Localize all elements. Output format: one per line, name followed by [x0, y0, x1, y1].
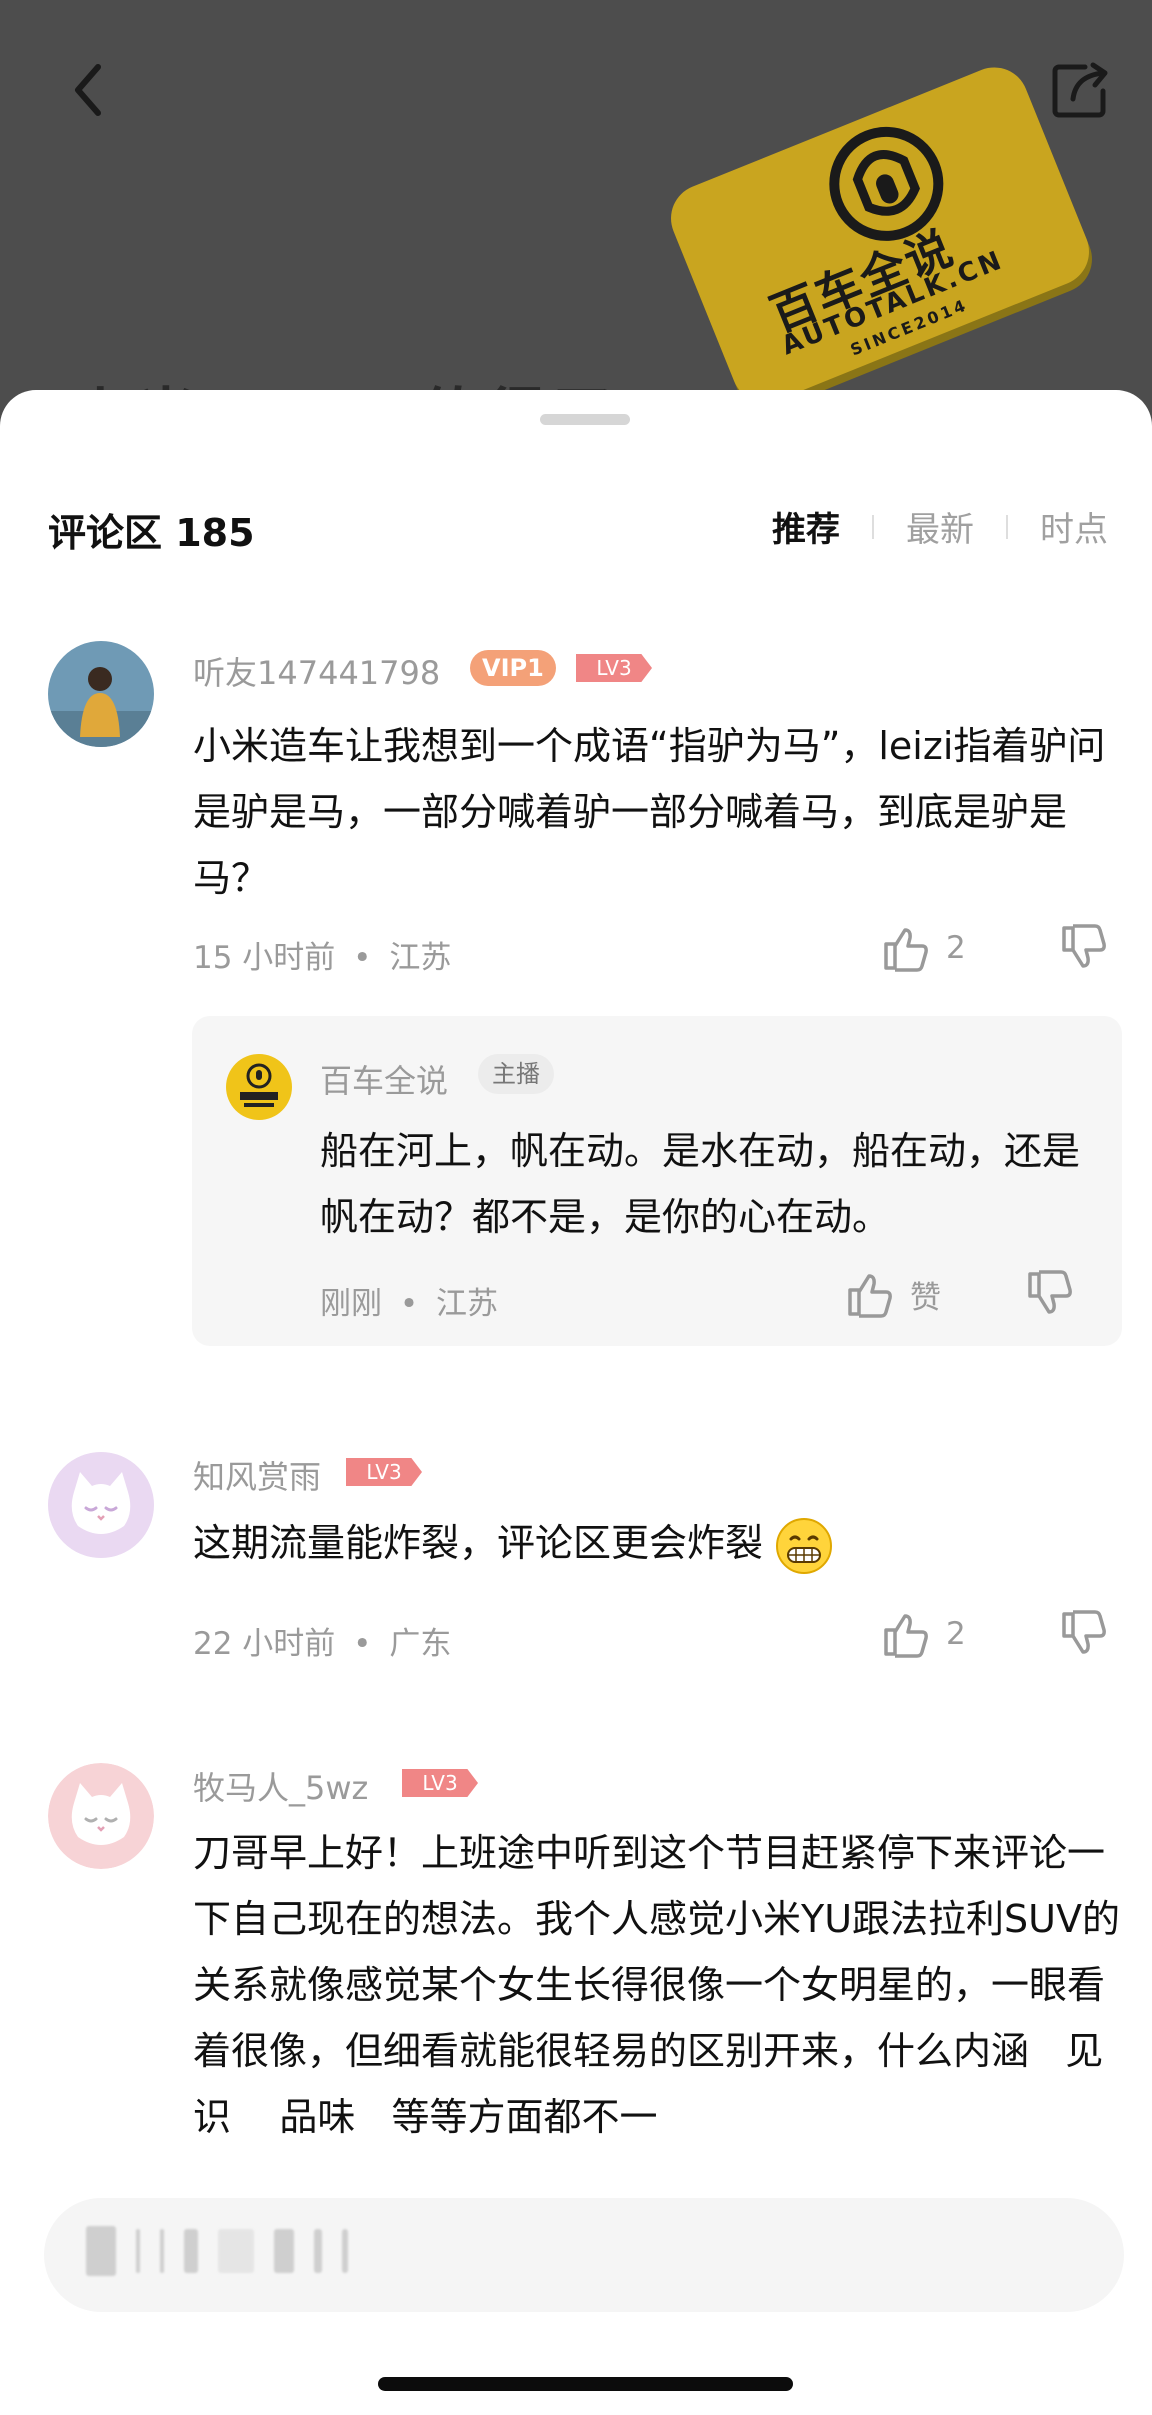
placeholder-blur — [160, 2229, 164, 2273]
level-badge: LV3 — [576, 654, 652, 682]
share-icon — [1052, 62, 1108, 118]
comment-username[interactable]: 牧马人_5wz — [193, 1763, 368, 1809]
reply-meta: 刚刚 • 江苏 — [320, 1278, 498, 1323]
placeholder-blur — [184, 2229, 198, 2273]
meta-separator: • — [353, 1626, 372, 1662]
comment-text[interactable]: 刀哥早上好！上班途中听到这个节目赶紧停下来评论一下自己现在的想法。我个人感觉小米… — [193, 1820, 1123, 2150]
avatar[interactable] — [48, 1763, 154, 1869]
placeholder-blur — [86, 2226, 116, 2276]
tab-divider — [872, 514, 874, 539]
vip-badge: VIP1 — [470, 650, 556, 686]
comment-input[interactable] — [44, 2198, 1124, 2312]
avatar-photo — [48, 641, 154, 747]
chevron-left-icon — [75, 64, 101, 116]
comment-meta: 15 小时前 • 江苏 — [193, 932, 451, 977]
reply-like-button[interactable]: 赞 — [844, 1268, 941, 1320]
placeholder-blur — [218, 2229, 254, 2273]
reply-box: 百车全说 主播 船在河上，帆在动。是水在动，船在动，还是帆在动？都不是，是你的心… — [192, 1016, 1122, 1346]
like-count: 2 — [946, 1616, 966, 1652]
dislike-button[interactable] — [1058, 1608, 1110, 1664]
reply-time: 刚刚 — [320, 1286, 382, 1322]
drag-handle[interactable] — [540, 414, 630, 425]
thumbs-down-icon — [1062, 1610, 1106, 1654]
dislike-button[interactable] — [1058, 922, 1110, 978]
thumbs-up-icon — [884, 928, 928, 972]
comment-text-content: 这期流量能炸裂，评论区更会炸裂 — [193, 1521, 764, 1565]
cat-avatar-icon — [48, 1452, 154, 1558]
reply-text[interactable]: 船在河上，帆在动。是水在动，船在动，还是帆在动？都不是，是你的心在动。 — [320, 1118, 1080, 1250]
grinning-face-emoji — [776, 1517, 833, 1574]
tab-recommended[interactable]: 推荐 — [772, 502, 840, 551]
like-count: 2 — [946, 930, 966, 966]
home-indicator[interactable] — [378, 2377, 793, 2391]
thumbs-up-icon — [884, 1614, 928, 1658]
comment-region: 广东 — [389, 1626, 452, 1662]
tab-timepoint[interactable]: 时点 — [1040, 502, 1108, 551]
cat-avatar-icon — [48, 1763, 154, 1869]
avatar[interactable] — [48, 641, 154, 747]
placeholder-blur — [314, 2229, 322, 2273]
thumbs-down-icon — [1062, 924, 1106, 968]
reply-dislike-button[interactable] — [1024, 1268, 1076, 1324]
thumbs-down-icon — [1028, 1270, 1072, 1314]
comment-text[interactable]: 这期流量能炸裂，评论区更会炸裂 — [193, 1510, 1123, 1576]
comment-meta: 22 小时前 • 广东 — [193, 1618, 451, 1663]
comment-username[interactable]: 听友147441798 — [193, 648, 440, 694]
comments-title: 评论区 185 — [48, 511, 255, 555]
host-badge: 主播 — [478, 1054, 554, 1094]
avatar[interactable] — [48, 1452, 154, 1558]
like-button[interactable]: 2 — [880, 922, 966, 974]
channel-logo-badge: 百车全说 AUTOTALK.CN SINCE2014 — [660, 57, 1100, 413]
host-logo-icon — [240, 1063, 278, 1107]
tab-latest[interactable]: 最新 — [906, 502, 974, 551]
tab-divider — [1006, 514, 1008, 539]
level-badge: LV3 — [402, 1769, 478, 1797]
back-button[interactable] — [60, 55, 120, 125]
thumbs-up-icon — [848, 1274, 892, 1318]
like-button[interactable]: 2 — [880, 1608, 966, 1660]
host-avatar[interactable] — [226, 1054, 292, 1120]
meta-separator: • — [399, 1286, 419, 1322]
placeholder-blur — [274, 2229, 294, 2273]
share-button[interactable] — [1045, 55, 1115, 125]
sort-tabs: 推荐 最新 时点 — [772, 502, 1108, 551]
comment-region: 江苏 — [389, 940, 452, 976]
background-page: 百车全说 AUTOTALK.CN SINCE2014 小米YU7，值得买 — [0, 0, 1152, 420]
input-placeholder — [86, 2226, 348, 2276]
comments-sheet: 评论区 185 推荐 最新 时点 听友147441798 VIP1 LV3 小米… — [0, 390, 1152, 2415]
reply-username[interactable]: 百车全说 — [320, 1056, 448, 1102]
placeholder-blur — [342, 2229, 348, 2273]
reply-like-label: 赞 — [910, 1279, 941, 1316]
reply-region: 江苏 — [436, 1286, 499, 1322]
comment-text[interactable]: 小米造车让我想到一个成语“指驴为马”，leizi指着驴问是驴是马，一部分喊着驴一… — [193, 713, 1123, 911]
level-badge: LV3 — [346, 1458, 422, 1486]
comment-username[interactable]: 知风赏雨 — [193, 1452, 321, 1498]
comment-time: 15 小时前 — [193, 940, 336, 976]
meta-separator: • — [353, 940, 372, 976]
placeholder-blur — [136, 2229, 140, 2273]
comment-time: 22 小时前 — [193, 1626, 336, 1662]
